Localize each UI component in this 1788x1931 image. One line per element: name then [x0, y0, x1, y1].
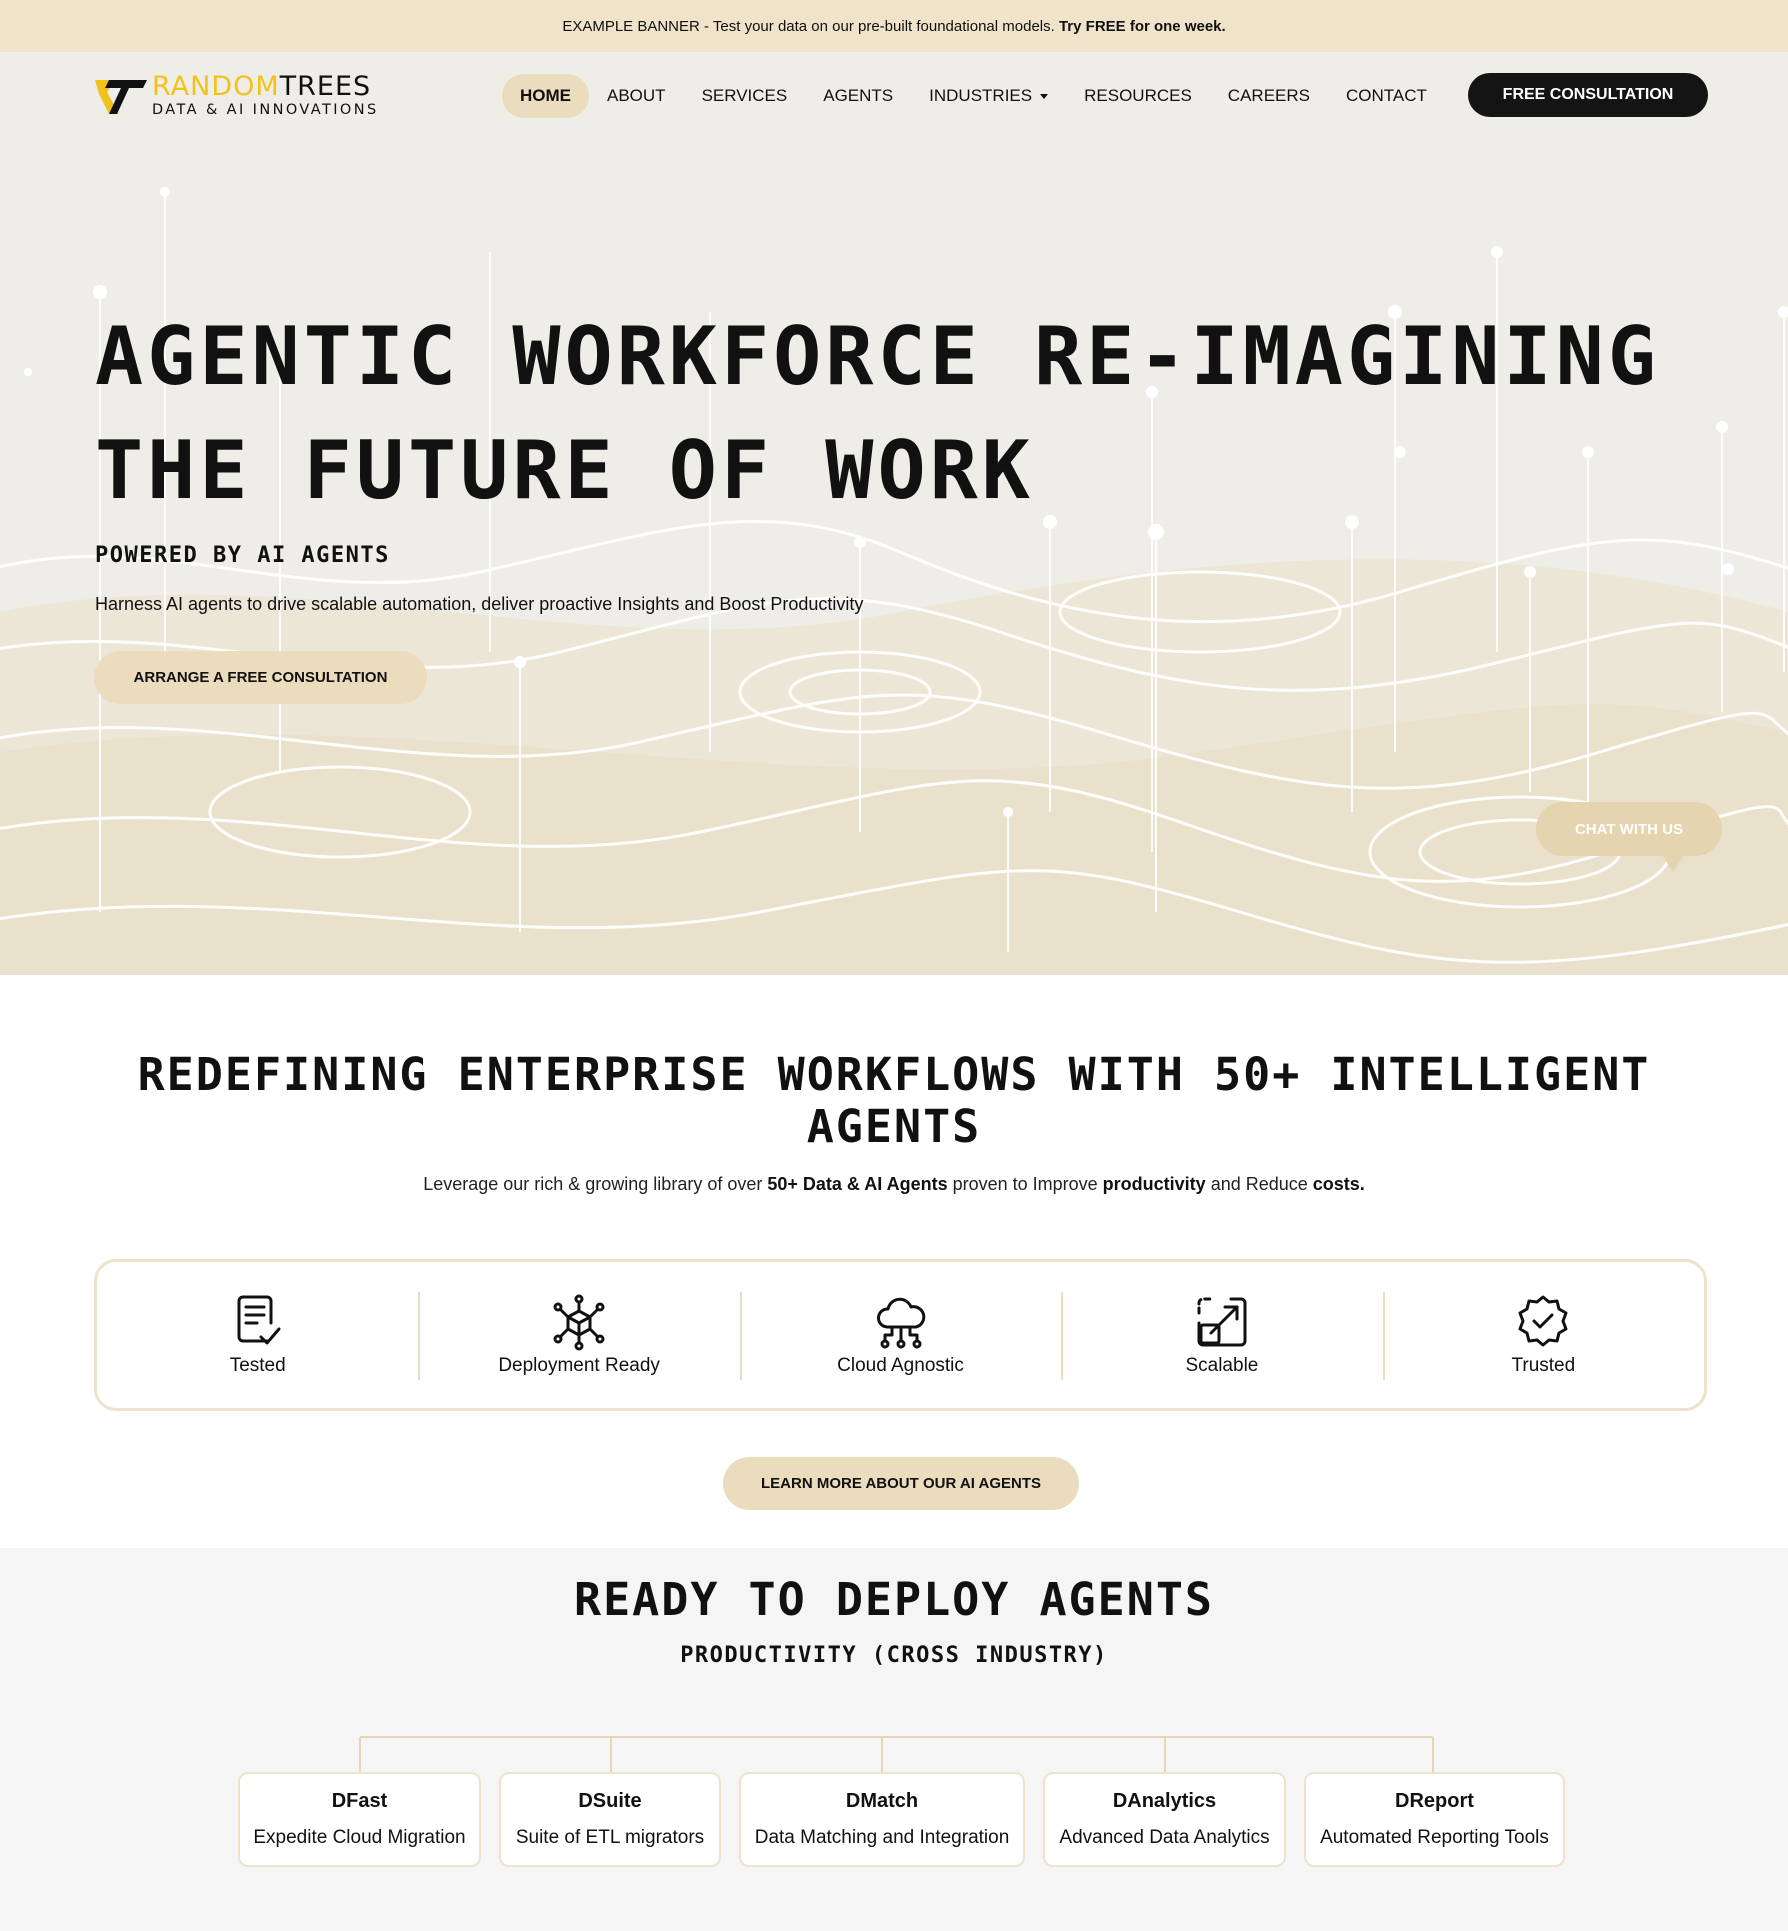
agent-card-title: DAnalytics — [1112, 1790, 1217, 1812]
brand-logo[interactable]: RANDOMTREES DATA & AI INNOVATIONS — [95, 72, 405, 122]
network-cube-icon — [553, 1294, 605, 1351]
feature-label: Cloud Agnostic — [837, 1355, 964, 1376]
hero-title-line1: AGENTIC WORKFORCE RE-IMAGINING — [95, 310, 1660, 403]
feature-label: Trusted — [1511, 1355, 1576, 1376]
hero-description: Harness AI agents to drive scalable auto… — [95, 594, 864, 614]
workflows-heading: REDEFINING ENTERPRISE WORKFLOWS WITH 50+… — [137, 1048, 1651, 1153]
chat-bubble-tail — [1662, 855, 1684, 872]
agent-card-dfast[interactable]: DFast Expedite Cloud Migration — [238, 1772, 481, 1867]
logo-tagline: DATA & AI INNOVATIONS — [152, 102, 379, 118]
agent-card-dsuite[interactable]: DSuite Suite of ETL migrators — [499, 1772, 721, 1867]
nav-industries-dropdown[interactable]: INDUSTRIES — [911, 74, 1066, 118]
nav-careers[interactable]: CAREERS — [1210, 74, 1328, 118]
workflows-description: Leverage our rich & growing library of o… — [423, 1174, 1365, 1194]
arrange-consultation-button[interactable]: ARRANGE A FREE CONSULTATION — [94, 651, 427, 704]
hero-title-line2: THE FUTURE OF WORK — [95, 424, 1034, 517]
nav-industries-label: INDUSTRIES — [929, 86, 1033, 105]
cloud-network-icon — [876, 1297, 925, 1349]
nav-home[interactable]: HOME — [502, 74, 589, 118]
agent-card-desc: Automated Reporting Tools — [1320, 1827, 1549, 1848]
agent-card-dmatch[interactable]: DMatch Data Matching and Integration — [739, 1772, 1025, 1867]
nav-agents[interactable]: AGENTS — [805, 74, 911, 118]
feature-label: Tested — [229, 1355, 286, 1376]
nav-contact[interactable]: CONTACT — [1328, 74, 1445, 118]
feature-label: Scalable — [1185, 1355, 1259, 1376]
hero-subtitle: POWERED BY AI AGENTS — [95, 543, 390, 568]
agent-card-dreport[interactable]: DReport Automated Reporting Tools — [1304, 1772, 1565, 1867]
feature-trusted: Trusted — [1382, 1262, 1704, 1408]
agents-tree-connector — [359, 1736, 1434, 1773]
agent-card-title: DSuite — [578, 1790, 642, 1812]
caret-down-icon — [1040, 93, 1049, 99]
deploy-subheading: PRODUCTIVITY (CROSS INDUSTRY) — [680, 1643, 1108, 1668]
hero-title: AGENTIC WORKFORCE RE-IMAGINING THE FUTUR… — [95, 300, 1735, 528]
agent-card-desc: Advanced Data Analytics — [1059, 1827, 1270, 1848]
agent-card-desc: Suite of ETL migrators — [515, 1827, 705, 1848]
deploy-heading: READY TO DEPLOY AGENTS — [573, 1573, 1215, 1626]
checklist-document-icon — [237, 1295, 281, 1345]
agent-card-title: DReport — [1395, 1790, 1474, 1812]
feature-scalable: Scalable — [1061, 1262, 1382, 1408]
nav-services[interactable]: SERVICES — [684, 74, 806, 118]
logo-brand-name: RANDOMTREES — [152, 71, 372, 102]
agent-card-title: DMatch — [845, 1790, 919, 1812]
banner-emphasis[interactable]: Try FREE for one week. — [1059, 18, 1226, 35]
main-nav: HOME ABOUT SERVICES AGENTS INDUSTRIES RE… — [502, 74, 1445, 118]
verified-badge-icon — [1518, 1295, 1568, 1347]
feature-deployment-ready: Deployment Ready — [418, 1262, 739, 1408]
feature-cloud-agnostic: Cloud Agnostic — [739, 1262, 1061, 1408]
nav-about[interactable]: ABOUT — [589, 74, 684, 118]
agent-card-desc: Expedite Cloud Migration — [253, 1827, 466, 1848]
logo-mark-icon — [95, 80, 147, 114]
chat-with-us-button[interactable]: CHAT WITH US — [1536, 802, 1722, 856]
feature-tested: Tested — [97, 1262, 418, 1408]
feature-label: Deployment Ready — [498, 1355, 660, 1376]
features-panel: Tested Deployment Ready Cloud Agnostic S… — [94, 1259, 1707, 1411]
banner-text: EXAMPLE BANNER - Test your data on our p… — [562, 17, 1055, 35]
resize-arrows-icon — [1197, 1297, 1247, 1347]
agent-card-desc: Data Matching and Integration — [754, 1827, 1010, 1848]
nav-resources[interactable]: RESOURCES — [1066, 74, 1210, 118]
learn-more-agents-button[interactable]: LEARN MORE ABOUT OUR AI AGENTS — [723, 1457, 1079, 1510]
agent-card-danalytics[interactable]: DAnalytics Advanced Data Analytics — [1043, 1772, 1286, 1867]
free-consultation-button[interactable]: FREE CONSULTATION — [1468, 73, 1708, 117]
promo-banner: EXAMPLE BANNER - Test your data on our p… — [0, 0, 1788, 52]
agent-card-title: DFast — [331, 1790, 388, 1812]
